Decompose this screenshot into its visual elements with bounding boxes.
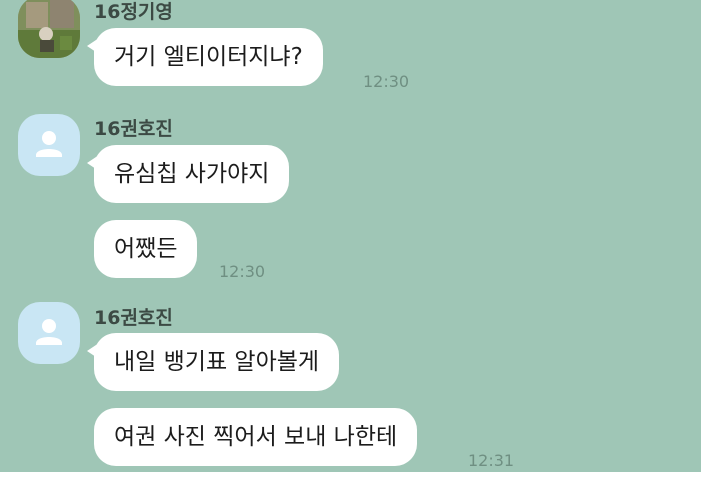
message-timestamp: 12:30 <box>363 72 410 91</box>
message-bubble[interactable]: 어쨌든 <box>94 220 198 278</box>
sender-avatar-photo[interactable] <box>18 0 80 58</box>
sender-avatar-default[interactable] <box>18 302 80 364</box>
message-bubble[interactable]: 거기 엘티이터지냐? <box>87 28 323 86</box>
sender-name: 16권호진 <box>94 118 173 140</box>
message-bubble[interactable]: 여권 사진 찍어서 보내 나한테 <box>94 408 418 466</box>
message-timestamp: 12:31 <box>468 451 515 470</box>
photo-avatar-icon <box>18 0 80 58</box>
sender-avatar-default[interactable] <box>18 114 80 176</box>
chat-window: 16정기영 거기 엘티이터지냐? 12:30 16권호진 유심칩 사가야지 어쨌… <box>0 0 701 472</box>
message-timestamp: 12:30 <box>219 262 266 281</box>
sender-name: 16정기영 <box>94 1 173 23</box>
message-bubble[interactable]: 유심칩 사가야지 <box>86 145 290 203</box>
person-icon <box>36 319 62 345</box>
person-icon <box>36 131 62 157</box>
sender-name: 16권호진 <box>94 307 173 329</box>
message-bubble[interactable]: 내일 뱅기표 알아볼게 <box>86 333 340 391</box>
